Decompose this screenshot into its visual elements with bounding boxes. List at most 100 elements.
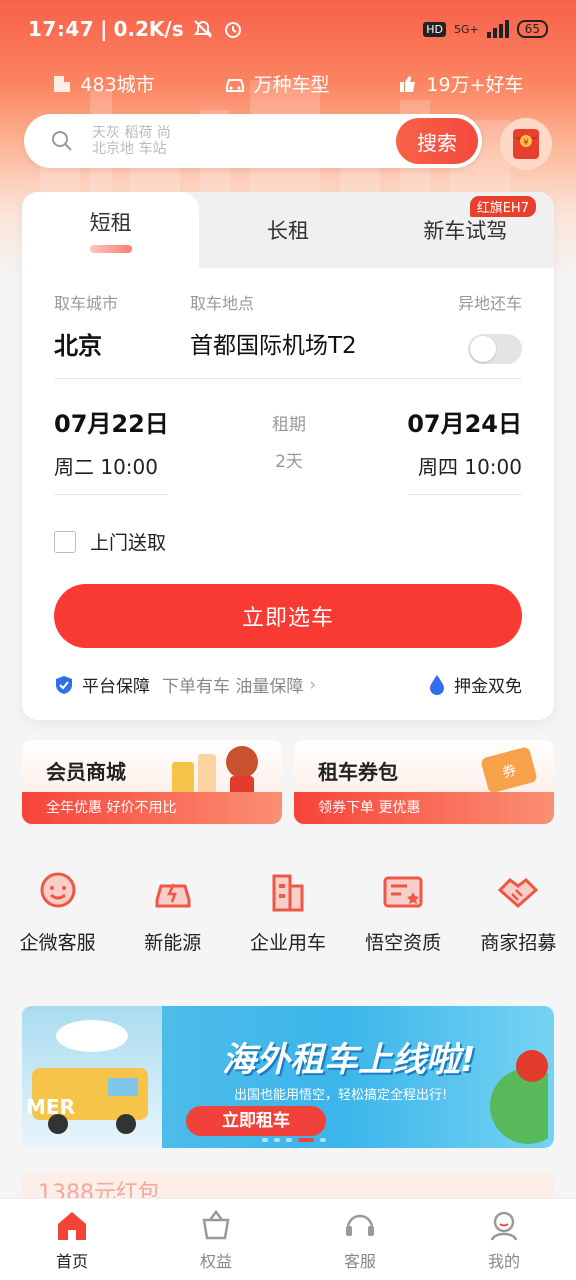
nav-label: 权益 [199,1251,232,1271]
nav-benefits[interactable]: 权益 [144,1199,288,1280]
nav-service[interactable]: 客服 [288,1199,432,1280]
stat-cities: 483城市 [52,70,155,97]
status-time: 17:47 [28,17,95,41]
service-label: 企业用车 [249,932,326,954]
banner-subtitle: 出国也能用悟空，轻松搞定全程出行! [234,1088,448,1103]
tab-label: 新车试驾 [423,219,508,243]
rental-period: 租期 2天 [254,410,324,472]
guarantee-row[interactable]: 平台保障 下单有车 油量保障 › 押金双免 [54,672,522,697]
nav-mine[interactable]: 我的 [432,1199,576,1280]
tab-short-rent[interactable]: 短租 [22,192,200,268]
car-icon [225,78,244,92]
guarantee-label: 平台保障 [82,677,150,697]
banner-headline: 海外租车上线啦! [222,1040,476,1080]
status-bar: 17:47 | 0.2K/s HD 5G+ 65 [0,0,576,58]
service-merchant-recruit[interactable]: 商家招募 [461,870,576,955]
deposit-free: 押金双免 [428,672,522,697]
chevron-right-icon: › [309,674,317,695]
pickup-city-value: 北京 [54,332,102,360]
promo-title: 会员商城 [46,760,126,784]
search-icon [52,131,72,151]
rv-truck-icon: MER [26,1020,148,1134]
banner-rent-button[interactable]: 立即租车 [186,1106,326,1136]
service-wechat-support[interactable]: 企微客服 [0,870,115,955]
building-icon [54,75,71,92]
toggle-knob [470,336,496,362]
door-delivery-label: 上门送取 [90,532,167,554]
rental-tabs: 短租 长租 新车试驾 红旗EH7 [22,192,554,268]
tab-test-drive[interactable]: 新车试驾 红旗EH7 [377,192,554,268]
pickup-place-value: 首都国际机场T2 [190,333,357,359]
pickup-place[interactable]: 取车地点 首都国际机场T2 [190,290,357,360]
nav-label: 首页 [55,1251,88,1271]
pickup-datetime[interactable]: 07月22日 周二 10:00 [54,404,169,480]
bottom-navigation: 首页 权益 客服 我的 [0,1198,576,1280]
booking-card: 短租 长租 新车试驾 红旗EH7 取车城市 北京 取车地点 首都国际机场T2 异… [22,192,554,720]
globe-icon [490,1050,548,1144]
service-new-energy[interactable]: 新能源 [115,870,230,955]
stat-label: 万种车型 [253,74,330,96]
tab-long-rent[interactable]: 长租 [199,192,376,268]
user-icon [490,1211,518,1241]
promo-coupon-pack[interactable]: 租车券包 券 领券下单 更优惠 [294,740,554,824]
stat-label: 19万+好车 [426,74,524,96]
search-placeholder: 天灰 稻荷 尚 北京地 车站 [92,125,171,157]
nav-home[interactable]: 首页 [0,1199,144,1280]
coupon-icon: 券 [481,747,537,793]
water-drop-icon [430,674,444,695]
banner-illustration: MER [22,1006,162,1148]
door-delivery-checkbox[interactable] [54,530,76,553]
signal-icon [486,20,509,38]
search-bar[interactable]: 天灰 稻荷 尚 北京地 车站 搜索 [24,114,482,168]
stat-cars: 19万+好车 [398,70,524,97]
service-label: 商家招募 [480,932,557,954]
pickup-city-label: 取车城市 [54,294,119,313]
promo-title: 租车券包 [318,760,398,784]
different-return-label: 异地还车 [457,294,522,313]
promo-subtitle: 全年优惠 好价不用比 [22,792,282,824]
basket-icon [202,1209,230,1239]
service-label: 新能源 [144,932,202,954]
service-enterprise[interactable]: 企业用车 [230,870,345,955]
headset-icon [346,1214,374,1236]
service-icons: 企微客服 新能源 企业用车 悟空资质 商家招募 [0,870,576,955]
return-datetime[interactable]: 07月24日 周四 10:00 [407,404,522,480]
placeholder-line: 北京地 车站 [92,141,167,157]
nav-label: 客服 [343,1251,376,1271]
ev-car-icon [155,883,191,908]
thumbs-up-icon [400,75,416,92]
tab-badge: 红旗EH7 [469,196,536,217]
stat-label: 483城市 [80,74,155,96]
office-building-icon [272,874,304,912]
alarm-icon [224,22,241,38]
mall-products-icon [172,746,258,798]
different-return-toggle[interactable] [468,334,522,364]
deposit-label: 押金双免 [454,677,522,697]
service-label: 悟空资质 [365,932,442,954]
handshake-icon [498,878,539,909]
network-type: 5G+ [453,22,479,36]
period-value: 2天 [275,452,303,472]
certificate-icon [383,876,423,908]
divider [408,494,522,495]
red-envelope-icon: ¥ [513,129,539,159]
status-speed: 0.2K/s [113,17,184,41]
red-packet-button[interactable]: ¥ [500,118,552,170]
tab-underline [89,245,132,253]
tab-label: 长租 [266,219,309,243]
pickup-city[interactable]: 取车城市 北京 [54,290,118,361]
service-qualification[interactable]: 悟空资质 [346,870,461,955]
svg-text:¥: ¥ [523,138,529,148]
overseas-rental-banner[interactable]: MER 海外租车上线啦! 出国也能用悟空，轻松搞定全程出行! 立即租车 [22,1006,554,1148]
promo-member-mall[interactable]: 会员商城 全年优惠 好价不用比 [22,740,282,824]
select-car-button[interactable]: 立即选车 [54,584,522,648]
search-button[interactable]: 搜索 [396,118,478,164]
battery-indicator: 65 [516,20,548,38]
service-label: 企微客服 [19,932,96,954]
door-delivery-option[interactable]: 上门送取 [54,528,166,555]
pickup-place-label: 取车地点 [190,294,255,313]
home-icon [58,1211,86,1240]
promo-subtitle: 领券下单 更优惠 [294,792,554,824]
pickup-time: 周二 10:00 [54,455,158,479]
mute-icon [193,20,212,38]
